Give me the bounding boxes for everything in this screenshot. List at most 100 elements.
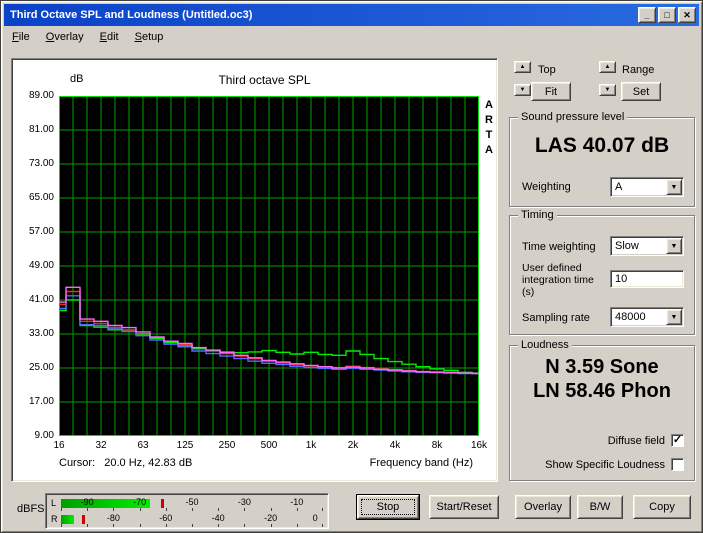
dropdown-arrow-icon[interactable]: ▼ [666,238,682,254]
time-weighting-dropdown[interactable]: Slow ▼ [610,236,684,256]
title-bar[interactable]: Third Octave SPL and Loudness (Untitled.… [4,4,699,26]
sampling-rate-label: Sampling rate [522,312,590,324]
meter-row-left: L -90-70-50-30-10 [49,496,325,511]
meter-scale-number: -50 [185,497,198,507]
meter-tick [61,524,62,527]
loudness-group-label: Loudness [518,339,572,351]
meter-tick [87,508,88,511]
loudness-sone-value: N 3.59 Sone [510,356,694,379]
y-tick-label: 73.00 [16,158,54,169]
meter-scale-number: -90 [81,497,94,507]
bw-button[interactable]: B/W [577,495,623,519]
chart-panel: dB Third octave SPL ARTA 89.0081.0073.00… [11,58,498,482]
y-tick-label: 9.00 [16,430,54,441]
meter-scale-number: -80 [107,513,120,523]
meter-channel-label: R [51,514,58,524]
meter-scale-number: -10 [290,497,303,507]
range-spin-down-icon[interactable]: ▼ [599,84,616,96]
window-controls: _ □ ✕ [638,7,699,23]
menu-bar: File Overlay Edit Setup [4,26,699,47]
specific-loudness-checkbox[interactable] [671,458,684,471]
x-tick-label: 8k [432,440,443,451]
meter-level-bar [61,515,74,524]
maximize-button-icon[interactable]: □ [658,7,676,23]
y-tick-label: 49.00 [16,260,54,271]
level-meter-panel: L -90-70-50-30-10 R -80-60-40-200 [45,493,329,529]
plot-area[interactable] [59,96,479,436]
meter-track: -90-70-50-30-10 [61,496,323,511]
diffuse-field-row: Diffuse field ✓ [608,434,684,447]
integration-time-value: 10 [615,273,627,285]
minimize-button-icon[interactable]: _ [638,7,656,23]
set-button[interactable]: Set [621,82,661,101]
meter-tick [192,524,193,527]
diffuse-field-checkbox[interactable]: ✓ [671,434,684,447]
range-label: Range [622,64,654,76]
menu-setup[interactable]: Setup [127,28,172,46]
spl-group-label: Sound pressure level [518,111,627,123]
weighting-value: A [611,181,666,193]
diffuse-field-label: Diffuse field [608,435,665,447]
y-tick-label: 81.00 [16,124,54,135]
meter-scale-number: -30 [238,497,251,507]
timing-groupbox: Timing Time weighting Slow ▼ User define… [509,215,695,335]
y-tick-label: 57.00 [16,226,54,237]
integration-time-label: User defined integration time (s) [522,262,608,298]
menu-edit[interactable]: Edit [92,28,127,46]
x-axis-title: Frequency band (Hz) [370,457,473,469]
copy-button[interactable]: Copy [633,495,691,519]
specific-loudness-label: Show Specific Loudness [545,459,665,471]
x-tick-label: 250 [219,440,236,451]
meter-tick [140,524,141,527]
menu-file[interactable]: File [4,28,38,46]
spl-groupbox: Sound pressure level LAS 40.07 dB Weight… [509,117,695,207]
sampling-rate-dropdown[interactable]: 48000 ▼ [610,307,684,327]
meter-row-right: R -80-60-40-200 [49,512,325,527]
y-tick-label: 65.00 [16,192,54,203]
meter-scale-number: -40 [212,513,225,523]
meter-tick [244,524,245,527]
x-tick-label: 2k [348,440,359,451]
y-tick-label: 41.00 [16,294,54,305]
close-button-icon[interactable]: ✕ [678,7,696,23]
chart-title: Third octave SPL [52,73,477,87]
loudness-phon-value: LN 58.46 Phon [510,380,694,403]
x-tick-label: 16k [471,440,487,451]
menu-overlay[interactable]: Overlay [38,28,92,46]
meter-tick [113,508,114,511]
fit-button[interactable]: Fit [531,82,571,101]
meter-tick [297,524,298,527]
meter-scale-number: -60 [159,513,172,523]
weighting-dropdown[interactable]: A ▼ [610,177,684,197]
integration-time-input[interactable]: 10 [610,270,684,288]
meter-tick [297,508,298,511]
x-tick-label: 16 [53,440,64,451]
y-tick-label: 33.00 [16,328,54,339]
time-weighting-value: Slow [611,240,666,252]
x-tick-label: 4k [390,440,401,451]
overlay-button[interactable]: Overlay [515,495,571,519]
meter-scale-number: -20 [264,513,277,523]
timing-group-label: Timing [518,209,557,221]
meter-tick [140,508,141,511]
meter-tick [166,524,167,527]
meter-tick [113,524,114,527]
y-tick-label: 25.00 [16,362,54,373]
meter-tick [244,508,245,511]
range-spin-up-icon[interactable]: ▲ [599,61,616,73]
meter-tick [271,508,272,511]
y-tick-label: 89.00 [16,90,54,101]
dropdown-arrow-icon[interactable]: ▼ [666,309,682,325]
meter-peak-marker [82,515,85,524]
meter-tick [61,508,62,511]
top-spin-down-icon[interactable]: ▼ [514,84,531,96]
dropdown-arrow-icon[interactable]: ▼ [666,179,682,195]
start-reset-button[interactable]: Start/Reset [429,495,499,519]
stop-button[interactable]: Stop [357,495,419,519]
spl-plot-svg [59,96,479,436]
meter-peak-marker [161,499,164,508]
sampling-rate-value: 48000 [611,311,666,323]
time-weighting-label: Time weighting [522,241,596,253]
top-spin-up-icon[interactable]: ▲ [514,61,531,73]
x-tick-label: 1k [306,440,317,451]
